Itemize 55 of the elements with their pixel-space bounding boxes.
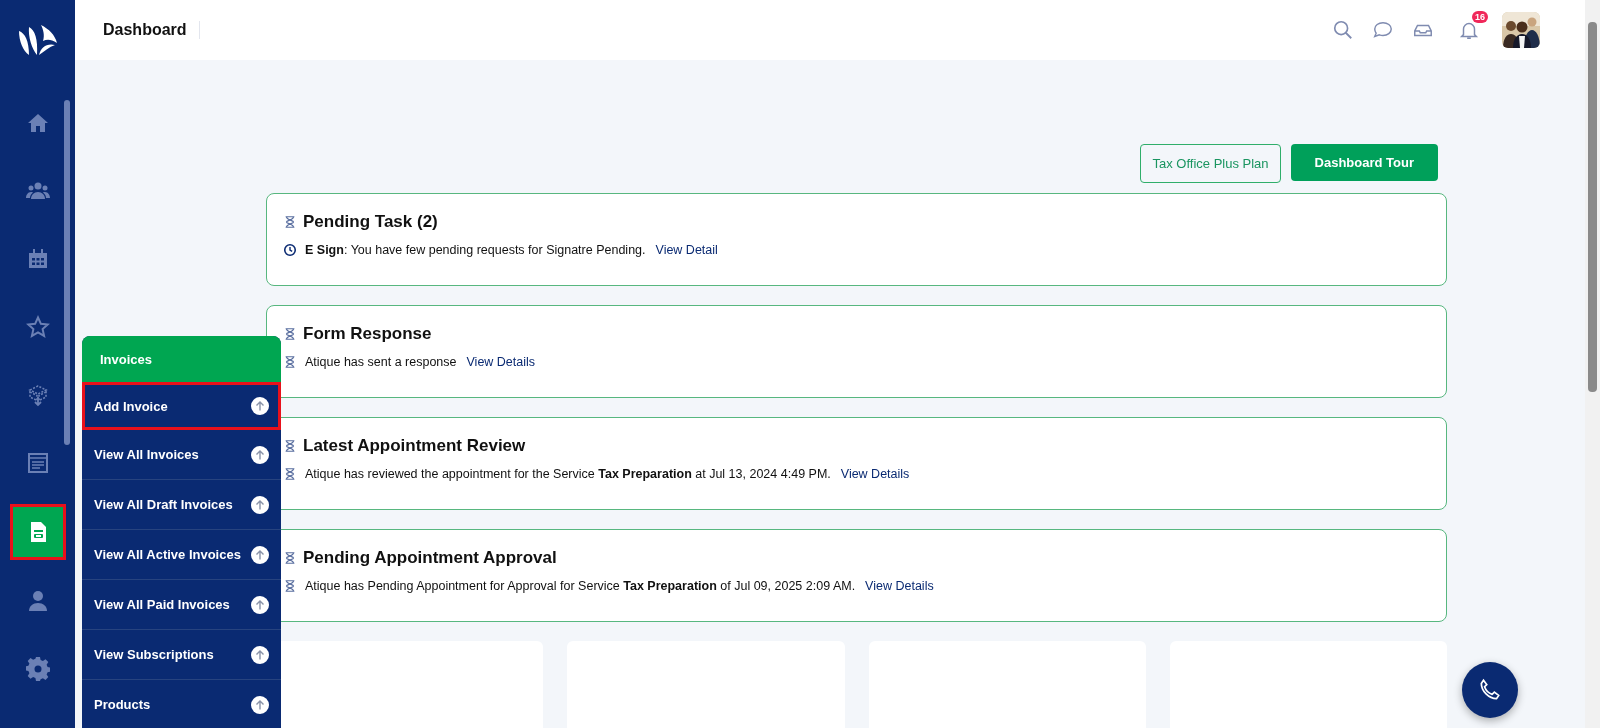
card-text: E Sign: You have few pending requests for Signatre Pending. xyxy=(305,243,646,257)
menu-title: Invoices xyxy=(82,336,281,382)
menu-item[interactable]: View All Paid Invoices xyxy=(82,580,281,630)
menu-item[interactable]: View All Active Invoices xyxy=(82,530,281,580)
phone-button[interactable] xyxy=(1462,662,1518,718)
view-details-link[interactable]: View Detail xyxy=(655,243,718,257)
scrollbar[interactable] xyxy=(64,100,70,445)
hourglass-icon xyxy=(283,354,297,370)
card-title: Pending Appointment Approval xyxy=(303,548,557,568)
menu-item-label: View Subscriptions xyxy=(94,647,214,662)
menu-item-label: Products xyxy=(94,697,151,712)
menu-item[interactable]: Products xyxy=(82,680,281,728)
arrow-up-icon xyxy=(251,645,269,664)
menu-item-label: View All Draft Invoices xyxy=(94,497,233,512)
arrow-up-icon xyxy=(251,495,269,514)
arrow-up-icon xyxy=(251,545,269,564)
menu-item[interactable]: View All Draft Invoices xyxy=(82,480,281,530)
scrollbar[interactable] xyxy=(1585,0,1600,728)
clock-icon xyxy=(283,242,297,258)
page-title: Dashboard xyxy=(103,21,200,39)
card-text: Atique has Pending Appointment for Approval for Service Tax Preparation of Jul 09, 2025 2:09 AM. xyxy=(305,579,856,593)
card-title: Latest Appointment Review xyxy=(303,436,526,456)
arrow-up-icon xyxy=(251,445,269,464)
menu-item[interactable]: Add Invoice xyxy=(82,382,281,430)
arrow-up-icon xyxy=(251,397,269,415)
arrow-up-icon xyxy=(251,595,269,614)
plan-button[interactable]: Tax Office Plus Plan xyxy=(1140,144,1281,183)
chat-icon[interactable] xyxy=(1372,19,1394,41)
menu-item-label: View All Paid Invoices xyxy=(94,597,230,612)
view-details-link[interactable]: View Details xyxy=(840,467,910,481)
hourglass-icon xyxy=(283,578,297,594)
menu-item[interactable]: View All Invoices xyxy=(82,430,281,480)
card-text: Atique has reviewed the appointment for the Service Tax Preparation at Jul 13, 2024 4:49 PM. xyxy=(305,467,831,481)
notification-badge: 16 xyxy=(1472,11,1488,23)
card-title: Pending Task (2) xyxy=(303,212,438,232)
menu-item[interactable]: View Subscriptions xyxy=(82,630,281,680)
arrow-up-icon xyxy=(251,695,269,714)
hourglass-icon xyxy=(283,438,297,454)
menu-item-label: Add Invoice xyxy=(94,398,168,414)
hourglass-icon xyxy=(283,326,297,342)
menu-item-label: View All Active Invoices xyxy=(94,547,241,562)
newspaper-icon xyxy=(25,451,50,475)
hourglass-icon xyxy=(283,550,297,566)
menu-item-label: View All Invoices xyxy=(94,447,199,462)
card-title: Form Response xyxy=(303,324,432,344)
hourglass-icon xyxy=(283,214,297,230)
view-details-link[interactable]: View Details xyxy=(865,579,934,593)
gear-icon xyxy=(25,657,50,681)
hourglass-icon xyxy=(283,466,297,482)
star-icon xyxy=(25,315,50,339)
search-icon[interactable] xyxy=(1332,19,1354,41)
card-text: Atique has sent a response xyxy=(305,355,457,369)
phone-icon xyxy=(1477,677,1503,703)
sidebar-item[interactable] xyxy=(9,504,66,560)
view-details-link[interactable]: View Details xyxy=(466,355,536,369)
